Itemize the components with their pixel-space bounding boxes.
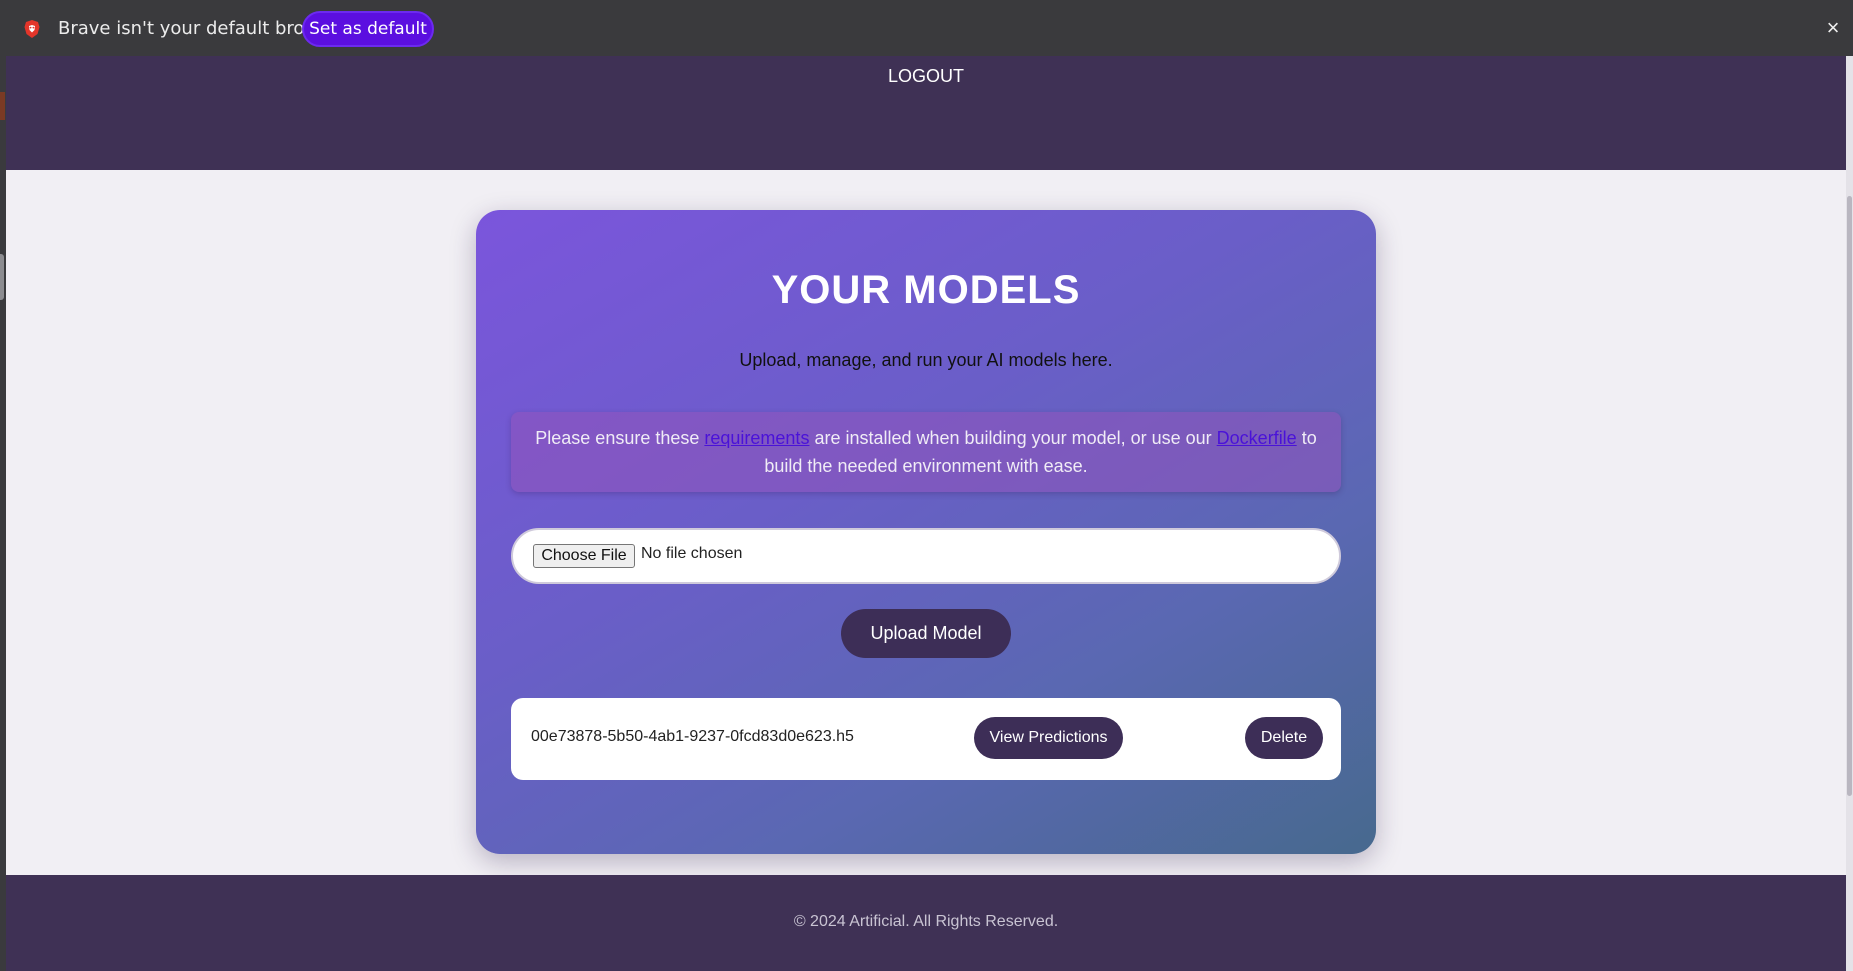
site-footer: © 2024 Artificial. All Rights Reserved. bbox=[6, 875, 1846, 971]
file-upload-field[interactable]: Choose File No file chosen bbox=[511, 528, 1341, 584]
view-predictions-button[interactable]: View Predictions bbox=[974, 717, 1123, 759]
set-as-default-button[interactable]: Set as default bbox=[302, 11, 434, 47]
delete-model-button[interactable]: Delete bbox=[1245, 717, 1323, 759]
edge-tab-marker bbox=[0, 92, 5, 120]
footer-copyright: © 2024 Artificial. All Rights Reserved. bbox=[793, 913, 1059, 930]
close-icon[interactable]: × bbox=[1823, 17, 1843, 39]
model-filename: 00e73878-5b50-4ab1-9237-0fcd83d0e623.h5 bbox=[531, 728, 854, 745]
choose-file-button[interactable]: Choose File bbox=[533, 544, 635, 568]
models-card: YOUR MODELS Upload, manage, and run your… bbox=[476, 210, 1376, 854]
model-list-item: 00e73878-5b50-4ab1-9237-0fcd83d0e623.h5 … bbox=[511, 698, 1341, 780]
page-scrollbar[interactable] bbox=[1846, 56, 1853, 971]
brave-lion-icon bbox=[24, 20, 40, 38]
page-viewport: LOGOUT YOUR MODELS Upload, manage, and r… bbox=[6, 56, 1846, 971]
upload-model-button[interactable]: Upload Model bbox=[841, 609, 1011, 658]
requirements-notice: Please ensure these requirements are ins… bbox=[511, 412, 1341, 492]
scrollbar-thumb[interactable] bbox=[1847, 196, 1852, 796]
file-status: No file chosen bbox=[641, 545, 743, 562]
notice-text-before: Please ensure these bbox=[535, 428, 705, 448]
page-subtitle: Upload, manage, and run your AI models h… bbox=[739, 350, 1113, 370]
notice-text-middle: are installed when building your model, … bbox=[809, 428, 1217, 448]
requirements-link[interactable]: requirements bbox=[704, 428, 809, 448]
logout-link[interactable]: LOGOUT bbox=[6, 66, 1846, 87]
edge-handle bbox=[0, 254, 4, 300]
page-title: YOUR MODELS bbox=[771, 268, 1081, 312]
dockerfile-link[interactable]: Dockerfile bbox=[1217, 428, 1297, 448]
site-header: LOGOUT bbox=[6, 56, 1846, 170]
default-browser-infobar: Brave isn't your default browser Set as … bbox=[0, 0, 1853, 57]
